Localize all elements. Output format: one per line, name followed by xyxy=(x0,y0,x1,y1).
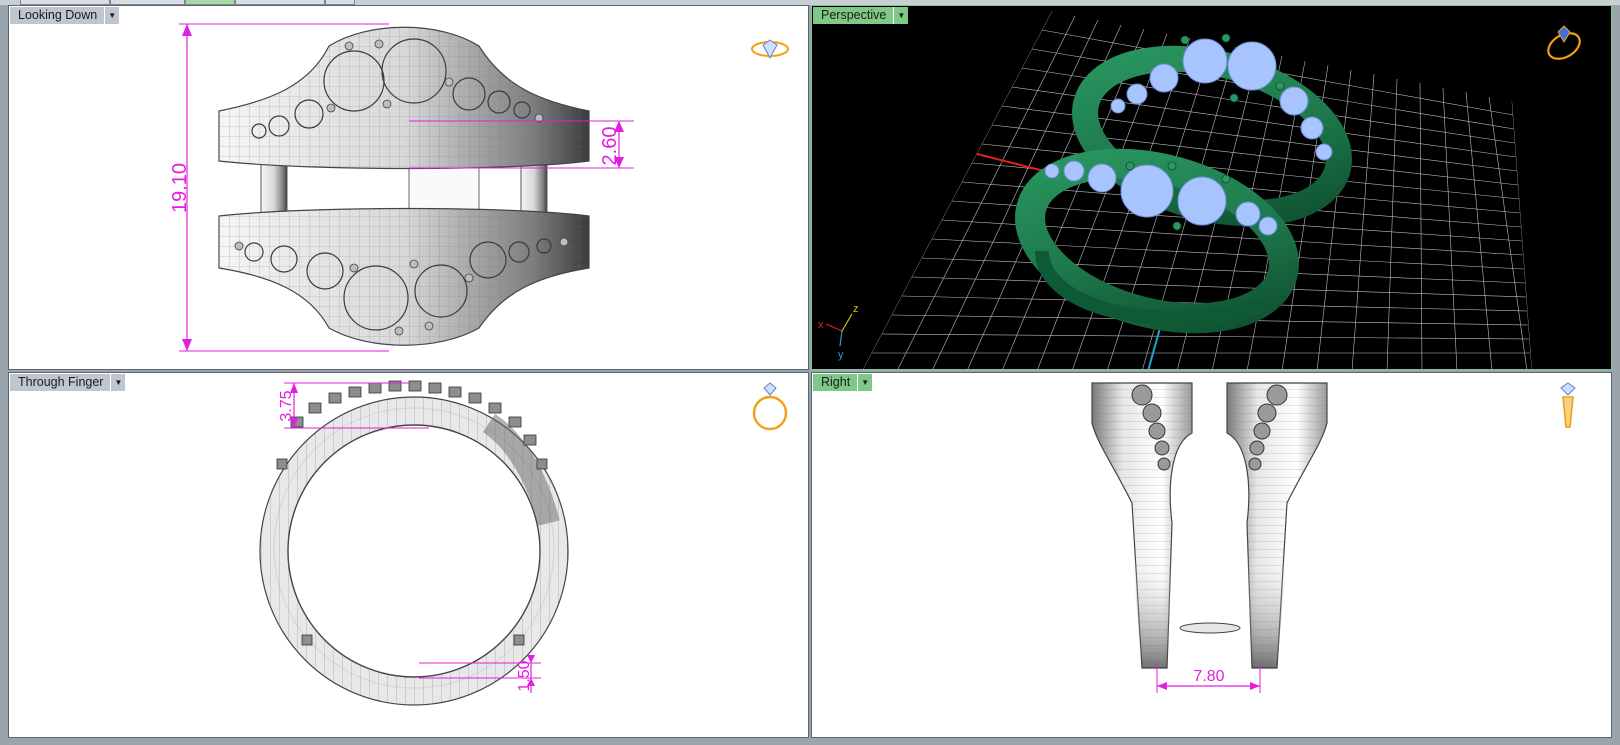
viewport-label[interactable]: Through Finger ▼ xyxy=(10,374,126,391)
dimension-bottom-thickness: 1.50 xyxy=(516,660,533,691)
viewport-label[interactable]: Perspective ▼ xyxy=(813,7,909,24)
viewport-title: Through Finger xyxy=(10,374,111,391)
viewport-through-finger[interactable]: Through Finger ▼ 3.75 1.50 xyxy=(8,372,809,738)
ring-side-drawing: 7.80 xyxy=(1091,382,1328,693)
viewport-label[interactable]: Looking Down ▼ xyxy=(10,7,120,24)
viewport-title: Looking Down xyxy=(10,7,105,24)
chevron-down-icon[interactable]: ▼ xyxy=(104,7,120,24)
ring-top-drawing: 19.10 2.60 xyxy=(169,23,634,352)
ring-top-view-icon xyxy=(751,39,789,60)
dimension-top-thickness: 3.75 xyxy=(278,390,295,421)
axis-x-label: x xyxy=(818,319,824,331)
axis-y-label: y xyxy=(838,349,844,361)
ring-front-drawing: 3.75 1.50 xyxy=(259,380,569,706)
perspective-render: x z y xyxy=(818,11,1532,369)
dimension-gap-width: 7.80 xyxy=(1193,668,1224,685)
viewport-label[interactable]: Right ▼ xyxy=(813,374,873,391)
chevron-down-icon[interactable]: ▼ xyxy=(893,7,909,24)
viewport-title: Perspective xyxy=(813,7,894,24)
ring-front-view-icon xyxy=(752,382,788,431)
ring-perspective-icon xyxy=(1547,25,1581,60)
chevron-down-icon[interactable]: ▼ xyxy=(857,374,873,391)
dimension-band-width: 2.60 xyxy=(599,127,621,166)
axis-z-label: z xyxy=(853,303,859,315)
ring-side-view-icon xyxy=(1560,382,1576,428)
viewport-looking-down[interactable]: Looking Down ▼ 19.10 2.60 xyxy=(8,5,809,370)
dimension-ring-height: 19.10 xyxy=(169,163,191,213)
viewport-perspective[interactable]: Perspective ▼ x z y xyxy=(811,5,1612,370)
viewport-right[interactable]: Right ▼ 7.80 xyxy=(811,372,1612,738)
chevron-down-icon[interactable]: ▼ xyxy=(110,374,126,391)
viewport-title: Right xyxy=(813,374,858,391)
